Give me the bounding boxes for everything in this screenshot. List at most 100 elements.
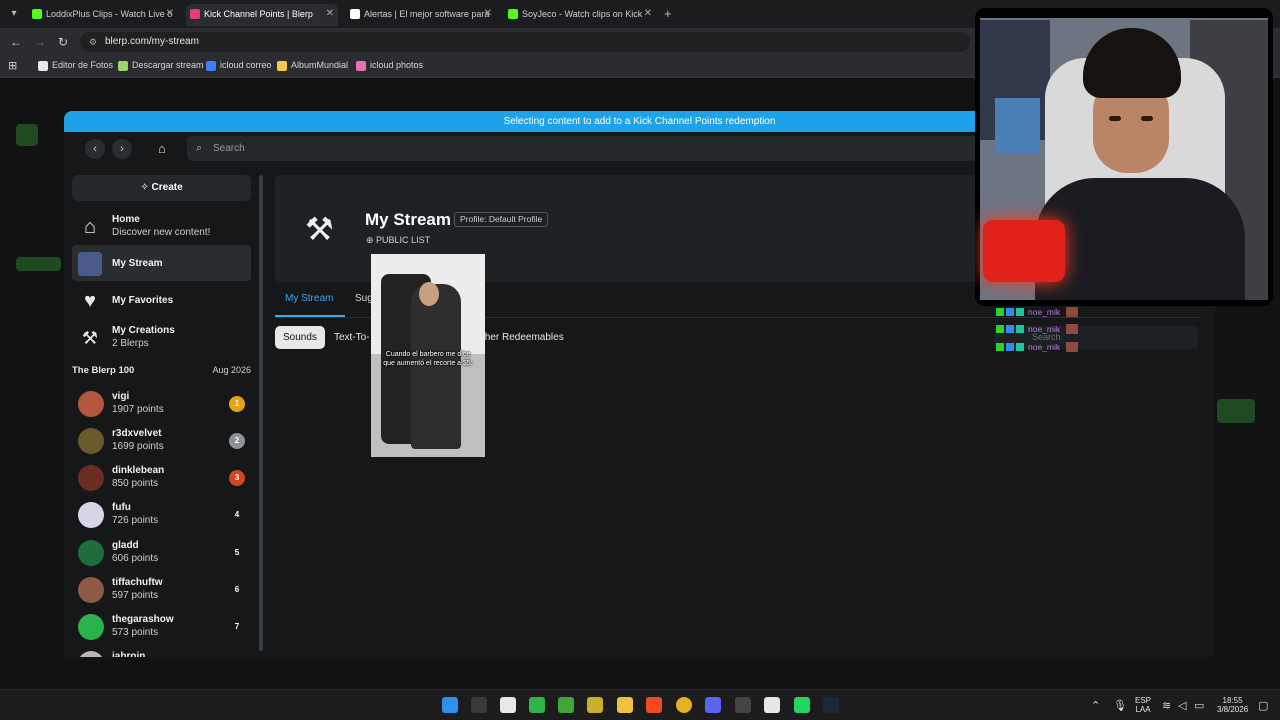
sidebar-item-my-stream[interactable]: My Stream bbox=[72, 245, 251, 281]
bookmark-item[interactable]: icloud photos bbox=[356, 60, 423, 71]
microphone-icon[interactable]: 🎙 bbox=[1113, 699, 1127, 712]
house-icon: ⌂ bbox=[83, 216, 97, 238]
game-launcher-icon[interactable] bbox=[587, 697, 603, 713]
discord-icon[interactable] bbox=[705, 697, 721, 713]
chip-sounds[interactable]: Sounds bbox=[275, 326, 325, 349]
video-preview[interactable]: Cuando el barbero me dice que aumentó el… bbox=[371, 254, 485, 457]
sidebar-scrollbar[interactable] bbox=[259, 175, 263, 651]
chip-other-redeemables[interactable]: ther Redeemables bbox=[474, 326, 572, 349]
sidebar-item-my-favorites[interactable]: ♥ My Favorites bbox=[72, 282, 251, 318]
bookmark-item[interactable]: icloud correo bbox=[206, 60, 272, 71]
language-top: ESP bbox=[1135, 696, 1152, 705]
close-tab-icon[interactable]: ✕ bbox=[166, 4, 174, 24]
tab-title: Kick Channel Points | Blerp bbox=[204, 9, 313, 19]
new-tab-icon[interactable]: + bbox=[664, 6, 672, 21]
back-arrow-icon[interactable]: ← bbox=[10, 35, 22, 49]
user-points: 850 points bbox=[112, 478, 159, 489]
close-tab-icon[interactable]: ✕ bbox=[644, 4, 652, 24]
create-button[interactable]: ✧ Create bbox=[72, 175, 251, 201]
backdrop-block bbox=[1217, 399, 1255, 423]
apps-grid-icon[interactable]: ⊞ bbox=[8, 59, 17, 72]
page-title: My Stream bbox=[365, 210, 451, 229]
leaderboard-header: The Blerp 100 Aug 2026 bbox=[72, 365, 251, 376]
bookmark-item[interactable]: AlbumMundial bbox=[277, 60, 348, 71]
minecraft-icon[interactable] bbox=[558, 697, 574, 713]
tab-my-stream[interactable]: My Stream bbox=[285, 293, 333, 304]
sidebar: ✧ Create ⌂ Home Discover new content! My… bbox=[72, 175, 252, 657]
rank-badge: 4 bbox=[234, 510, 240, 519]
volume-icon[interactable]: ◁ bbox=[1178, 699, 1186, 712]
leaderboard-row[interactable]: r3dxvelvet 1699 points 2 bbox=[72, 423, 251, 459]
bookmark-item[interactable]: Editor de Fotos bbox=[38, 60, 113, 71]
leaderboard-row[interactable]: fufu 726 points 4 bbox=[72, 497, 251, 533]
leaderboard-row[interactable]: dinklebean 850 points 3 bbox=[72, 460, 251, 496]
steam-icon[interactable] bbox=[823, 697, 839, 713]
rank-badge: 7 bbox=[234, 622, 240, 631]
clock[interactable]: 18:55 3/8/2026 bbox=[1217, 696, 1248, 714]
tray-chevron-icon[interactable]: ⌃ bbox=[1091, 699, 1100, 712]
sidebar-item-home[interactable]: ⌂ Home Discover new content! bbox=[72, 208, 251, 244]
capcut-icon[interactable] bbox=[764, 697, 780, 713]
webcam-red-light bbox=[983, 220, 1065, 282]
task-view-icon[interactable] bbox=[471, 697, 487, 713]
search-input[interactable]: ⌕ Search bbox=[187, 136, 987, 161]
avatar bbox=[78, 577, 104, 603]
video-head bbox=[419, 282, 439, 306]
back-chevron-icon[interactable]: ‹ bbox=[85, 139, 105, 159]
leaderboard-row[interactable]: thegarashow 573 points 7 bbox=[72, 609, 251, 645]
sidebar-item-my-creations[interactable]: ⚒ My Creations 2 Blerps bbox=[72, 319, 251, 355]
avatar bbox=[78, 540, 104, 566]
bookmark-icon bbox=[277, 61, 287, 71]
webcam-eye bbox=[1109, 116, 1121, 121]
chip-text-to-speech[interactable]: Text-To- bbox=[326, 326, 378, 349]
chat-user: noe_mik bbox=[1028, 307, 1061, 317]
badge-icon bbox=[1006, 308, 1014, 316]
url-field[interactable]: ⚙ blerp.com/my-stream bbox=[80, 32, 970, 52]
browser-tab[interactable]: Alertas | El mejor software para ✕ bbox=[346, 4, 496, 26]
notification-icon[interactable]: ▢ bbox=[1258, 699, 1268, 712]
heart-icon: ♥ bbox=[84, 290, 96, 312]
chat-user: noe_mik bbox=[1028, 324, 1061, 334]
forward-chevron-icon[interactable]: › bbox=[112, 139, 132, 159]
wifi-icon[interactable]: ≋ bbox=[1162, 699, 1171, 712]
leaderboard-row[interactable]: gladd 606 points 5 bbox=[72, 535, 251, 571]
browser-tab[interactable]: LoddixPlus Clips - Watch Live o ✕ bbox=[28, 4, 178, 26]
browser-tab-active[interactable]: Kick Channel Points | Blerp ✕ bbox=[186, 4, 338, 26]
obs-icon[interactable] bbox=[735, 697, 751, 713]
chat-row: noe_mik bbox=[994, 307, 1078, 317]
close-tab-icon[interactable]: ✕ bbox=[326, 4, 334, 24]
backdrop-block bbox=[16, 124, 38, 146]
home-icon[interactable]: ⌂ bbox=[158, 141, 166, 156]
video-caption: Cuando el barbero me dice que aumentó el… bbox=[383, 351, 473, 367]
rank-badge: 1 bbox=[229, 396, 245, 412]
profile-tag[interactable]: Profile: Default Profile bbox=[454, 212, 549, 227]
store-icon[interactable] bbox=[500, 697, 516, 713]
battery-icon[interactable]: ▭ bbox=[1194, 699, 1204, 712]
chrome-icon[interactable] bbox=[676, 697, 692, 713]
taskbar: ⌃ 🎙 ESP LAA ≋ ◁ ▭ 18:55 3/8/2026 ▢ bbox=[0, 689, 1280, 720]
tab-title: Alertas | El mejor software para bbox=[364, 9, 490, 19]
whatsapp-icon[interactable] bbox=[794, 697, 810, 713]
site-info-icon[interactable]: ⚙ bbox=[89, 32, 97, 52]
xbox-icon[interactable] bbox=[529, 697, 545, 713]
visibility-label: ⊕ PUBLIC LIST bbox=[366, 235, 430, 246]
user-name: r3dxvelvet bbox=[112, 428, 162, 439]
emote-icon bbox=[1066, 307, 1078, 317]
brave-icon[interactable] bbox=[646, 697, 662, 713]
user-name: jabroin bbox=[112, 651, 146, 657]
leaderboard-row[interactable]: tiffachuftw 597 points 6 bbox=[72, 572, 251, 608]
user-points: 1907 points bbox=[112, 404, 164, 415]
forward-arrow-icon[interactable]: → bbox=[34, 35, 46, 49]
user-points: 1699 points bbox=[112, 441, 164, 452]
leaderboard-row[interactable]: jabroin bbox=[72, 646, 251, 657]
close-tab-icon[interactable]: ✕ bbox=[484, 4, 492, 24]
leaderboard-row[interactable]: vigi 1907 points 1 bbox=[72, 386, 251, 422]
tab-search-icon[interactable]: ▾ bbox=[6, 6, 22, 22]
reload-icon[interactable]: ↻ bbox=[58, 35, 68, 49]
file-explorer-icon[interactable] bbox=[617, 697, 633, 713]
blerp-favicon-icon bbox=[190, 9, 200, 19]
language-indicator[interactable]: ESP LAA bbox=[1135, 696, 1151, 714]
browser-tab[interactable]: SoyJeco - Watch clips on Kick ✕ bbox=[504, 4, 656, 26]
windows-start-icon[interactable] bbox=[442, 697, 458, 713]
bookmark-item[interactable]: Descargar stream bbox=[118, 60, 204, 71]
